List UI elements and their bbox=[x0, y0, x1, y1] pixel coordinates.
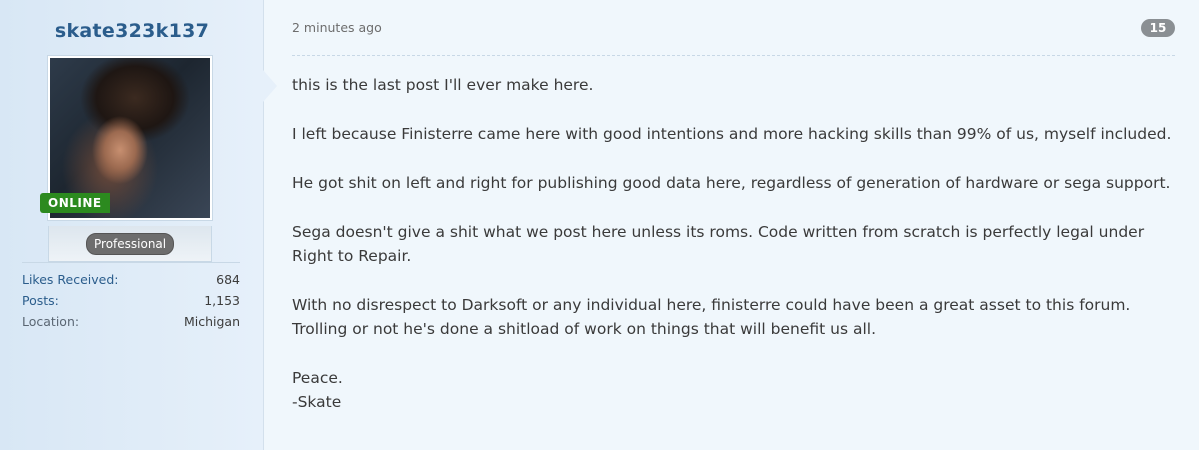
stat-row-posts: Posts: 1,153 bbox=[22, 293, 240, 314]
posts-value: 1,153 bbox=[204, 293, 240, 308]
post-signoff-line: Peace. bbox=[292, 369, 343, 387]
speech-arrow bbox=[263, 70, 277, 102]
online-status-badge: ONLINE bbox=[40, 193, 110, 213]
header-divider bbox=[292, 55, 1175, 56]
post-paragraph: He got shit on left and right for publis… bbox=[292, 174, 1171, 192]
likes-received-label[interactable]: Likes Received: bbox=[22, 272, 119, 293]
stat-row-likes: Likes Received: 684 bbox=[22, 272, 240, 293]
location-label: Location: bbox=[22, 314, 80, 329]
post-timestamp[interactable]: 2 minutes ago bbox=[292, 20, 382, 35]
post-number-badge[interactable]: 15 bbox=[1141, 19, 1175, 37]
location-value[interactable]: Michigan bbox=[184, 314, 240, 335]
stat-row-location: Location: Michigan bbox=[22, 314, 240, 335]
post-signoff-line: -Skate bbox=[292, 393, 342, 411]
user-stats: Likes Received: 684 Posts: 1,153 Locatio… bbox=[22, 262, 240, 335]
post-paragraph: I left because Finisterre came here with… bbox=[292, 125, 1172, 143]
username-link[interactable]: skate323k137 bbox=[0, 20, 264, 42]
forum-post: skate323k137 ONLINE Professional Likes R… bbox=[0, 0, 1199, 450]
user-role-badge: Professional bbox=[86, 233, 175, 255]
post-body: this is the last post I'll ever make her… bbox=[292, 73, 1172, 414]
post-paragraph: Sega doesn't give a shit what we post he… bbox=[292, 223, 1145, 265]
likes-received-value: 684 bbox=[216, 272, 240, 287]
post-paragraph: With no disrespect to Darksoft or any in… bbox=[292, 296, 1131, 338]
message-panel: 2 minutes ago 15 this is the last post I… bbox=[263, 0, 1199, 450]
post-paragraph: this is the last post I'll ever make her… bbox=[292, 76, 594, 94]
user-info-panel: skate323k137 ONLINE Professional Likes R… bbox=[0, 0, 264, 450]
posts-label[interactable]: Posts: bbox=[22, 293, 59, 314]
